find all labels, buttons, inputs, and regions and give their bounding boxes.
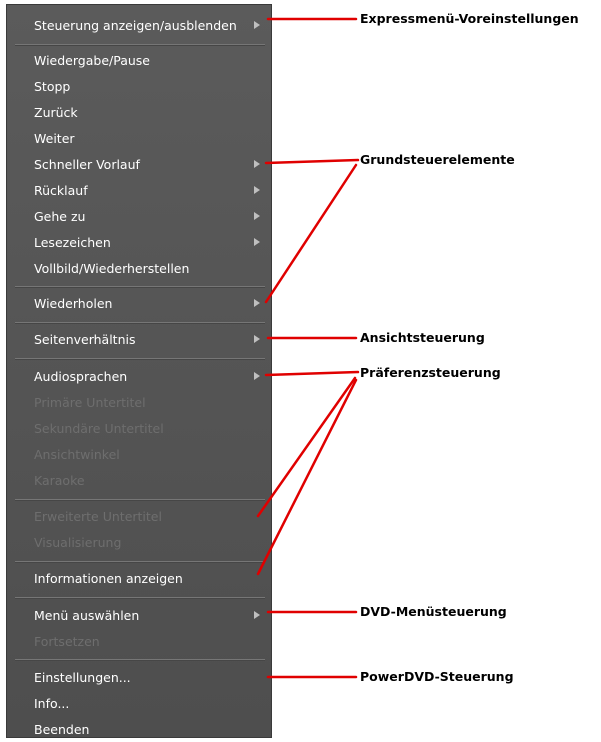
callout-basic-controls: Grundsteuerelemente <box>360 152 515 167</box>
callout-powerdvd-controls: PowerDVD-Steuerung <box>360 669 514 684</box>
callout-line-basic-2 <box>264 163 358 304</box>
callout-lines <box>256 17 360 679</box>
callout-view-controls: Ansichtsteuerung <box>360 330 485 345</box>
callout-line-basic-1 <box>264 158 360 165</box>
callout-line-pref-2 <box>256 376 357 518</box>
callout-line-pref-3 <box>256 378 358 576</box>
callout-dvd-menu-controls: DVD-Menüsteuerung <box>360 604 507 619</box>
callout-preference-controls: Präferenzsteuerung <box>360 365 501 380</box>
callout-express-presets: Expressmenü-Voreinstellungen <box>360 11 579 26</box>
callout-line-pref-1 <box>264 370 360 377</box>
